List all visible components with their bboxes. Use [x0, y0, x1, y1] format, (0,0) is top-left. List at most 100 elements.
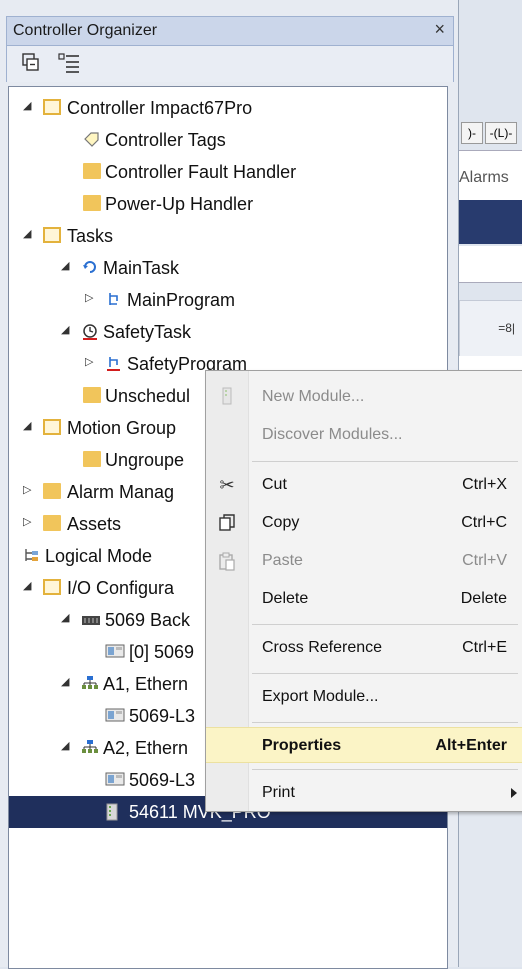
ladder-instruction-button-2[interactable]: -(L)- — [485, 122, 517, 144]
expand-arrow-icon[interactable]: ▷ — [23, 515, 35, 528]
ladder-instruction-button-1[interactable]: )- — [461, 122, 483, 144]
editor-toolbar: =8| — [459, 300, 522, 358]
folder-open-icon — [43, 579, 61, 595]
menu-item-label: Copy — [262, 514, 300, 531]
new-module-icon — [218, 387, 236, 407]
tree-item-label: A2, Ethern — [103, 738, 189, 758]
tree-item-controller[interactable]: ◢ Controller Impact67Pro — [9, 92, 447, 124]
tree-item-maintask[interactable]: ◢ MainTask — [9, 252, 447, 284]
menu-item-label: Discover Modules... — [262, 426, 403, 443]
tree-item-label: 5069 Back — [105, 610, 191, 630]
collapse-arrow-icon[interactable]: ◢ — [23, 419, 35, 432]
tree-item-fault-handler[interactable]: Controller Fault Handler — [9, 156, 447, 188]
module-icon — [105, 771, 125, 787]
toolbar-tool-icon[interactable]: =8| — [498, 321, 515, 335]
menu-item-discover-modules[interactable]: Discover Modules... — [206, 417, 522, 453]
scissors-icon: ✂ — [219, 475, 235, 495]
menu-item-label: Delete — [262, 590, 309, 607]
close-icon[interactable]: × — [434, 19, 445, 40]
tree-item-label: Controller Fault Handler — [105, 162, 297, 182]
menu-item-cross-reference[interactable]: Cross Reference Ctrl+E — [206, 630, 522, 666]
menu-item-shortcut: Alt+Enter — [435, 737, 507, 754]
menu-item-print[interactable]: Print — [206, 775, 522, 811]
collapse-arrow-icon[interactable]: ◢ — [61, 739, 73, 752]
tree-item-tasks[interactable]: ◢ Tasks — [9, 220, 447, 252]
tree-item-powerup-handler[interactable]: Power-Up Handler — [9, 188, 447, 220]
ladder-toolbar: )- -(L)- — [459, 112, 522, 150]
menu-separator — [252, 769, 518, 770]
backplane-icon — [81, 611, 100, 627]
input-strip — [459, 246, 522, 283]
folder-open-icon — [43, 227, 61, 243]
expand-arrow-icon[interactable]: ▷ — [85, 291, 97, 304]
tree-item-label: Assets — [67, 514, 122, 534]
menu-item-shortcut: Ctrl+V — [462, 552, 507, 569]
menu-item-shortcut: Ctrl+C — [461, 514, 507, 531]
module-icon — [105, 643, 125, 659]
dark-header-bar — [459, 200, 522, 244]
panel-title: Controller Organizer — [13, 22, 158, 39]
tree-item-label: 5069-L3 — [129, 770, 196, 790]
menu-item-export-module[interactable]: Export Module... — [206, 679, 522, 715]
menu-item-delete[interactable]: Delete Delete — [206, 581, 522, 617]
collapse-arrow-icon[interactable]: ◢ — [61, 323, 73, 336]
tree-item-mainprogram[interactable]: ▷ MainProgram — [9, 284, 447, 316]
tree-item-label: A1, Ethern — [103, 674, 189, 694]
menu-item-shortcut: Ctrl+E — [462, 639, 507, 656]
menu-item-label: Export Module... — [262, 688, 379, 705]
tree-item-label: MainProgram — [127, 290, 236, 310]
collapse-arrow-icon[interactable]: ◢ — [61, 259, 73, 272]
tree-item-label: Controller Tags — [105, 130, 226, 150]
menu-separator — [252, 673, 518, 674]
menu-item-label: Cut — [262, 476, 287, 493]
expand-arrow-icon[interactable]: ▷ — [85, 355, 97, 368]
menu-item-cut[interactable]: ✂ Cut Ctrl+X — [206, 467, 522, 503]
menu-item-label: New Module... — [262, 388, 365, 405]
tree-item-label: Controller Impact67Pro — [67, 98, 253, 118]
alarms-tab[interactable]: Alarms — [459, 169, 509, 187]
tree-item-label: Power-Up Handler — [105, 194, 254, 214]
menu-item-label: Paste — [262, 552, 303, 569]
collapse-arrow-icon[interactable]: ◢ — [61, 675, 73, 688]
menu-separator — [252, 722, 518, 723]
menu-item-paste[interactable]: Paste Ctrl+V — [206, 543, 522, 579]
tree-item-label: Tasks — [67, 226, 114, 246]
expand-arrow-icon[interactable]: ▷ — [23, 483, 35, 496]
menu-item-label: Properties — [262, 737, 342, 754]
collapse-all-icon[interactable] — [19, 52, 43, 74]
tree-item-safetytask[interactable]: ◢ SafetyTask — [9, 316, 447, 348]
safety-program-icon — [105, 355, 123, 371]
paste-icon — [218, 551, 236, 571]
collapse-arrow-icon[interactable]: ◢ — [61, 611, 73, 624]
folder-icon — [43, 483, 61, 499]
tag-icon — [83, 131, 101, 147]
tree-item-label: Ungroupe — [105, 450, 185, 470]
menu-item-label: Cross Reference — [262, 639, 383, 656]
menu-item-new-module[interactable]: New Module... — [206, 379, 522, 415]
tree-item-label: [0] 5069 — [129, 642, 195, 662]
menu-separator — [252, 624, 518, 625]
menu-item-properties[interactable]: Properties Alt+Enter — [206, 727, 522, 763]
folder-icon — [83, 163, 101, 179]
menu-item-label: Print — [262, 784, 295, 801]
folder-icon — [83, 387, 101, 403]
submenu-arrow-icon — [511, 788, 517, 798]
module-icon — [105, 707, 125, 723]
expand-all-icon[interactable] — [57, 52, 81, 74]
device-icon — [105, 803, 123, 821]
collapse-arrow-icon[interactable]: ◢ — [23, 227, 35, 240]
folder-icon — [83, 195, 101, 211]
folder-icon — [83, 451, 101, 467]
tree-item-controller-tags[interactable]: Controller Tags — [9, 124, 447, 156]
tab-strip: Alarms — [459, 150, 522, 201]
menu-item-shortcut: Ctrl+X — [462, 476, 507, 493]
collapse-arrow-icon[interactable]: ◢ — [23, 99, 35, 112]
tree-item-label: I/O Configura — [67, 578, 175, 598]
tree-item-label: Motion Group — [67, 418, 177, 438]
continuous-task-icon — [81, 259, 99, 275]
menu-item-copy[interactable]: Copy Ctrl+C — [206, 505, 522, 541]
folder-icon — [43, 515, 61, 531]
collapse-arrow-icon[interactable]: ◢ — [23, 579, 35, 592]
tree-item-label: MainTask — [103, 258, 180, 278]
context-menu: New Module... Discover Modules... ✂ Cut … — [205, 370, 522, 812]
